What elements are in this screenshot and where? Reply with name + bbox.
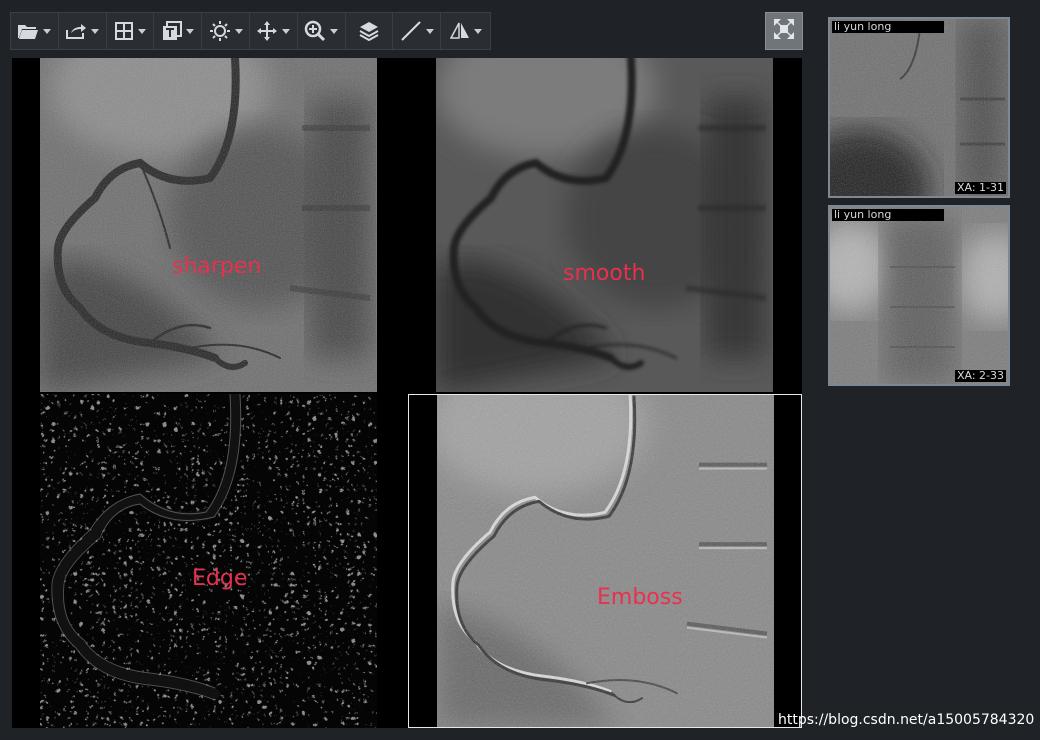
brightness-button[interactable] (202, 13, 250, 49)
watermark-url: https://blog.csdn.net/a15005784320 (778, 712, 1035, 728)
pan-move-icon (256, 20, 278, 42)
layers-icon (358, 21, 380, 41)
patient-name: li yun long (832, 21, 944, 33)
folder-open-icon (17, 22, 39, 40)
export-button[interactable] (59, 13, 107, 49)
zoom-button[interactable] (298, 13, 346, 49)
chevron-down-icon[interactable] (425, 28, 434, 34)
series-label: XA: 2-33 (954, 369, 1006, 382)
chevron-down-icon[interactable] (137, 28, 146, 34)
flip-icon (449, 21, 470, 41)
angiogram-image (40, 58, 377, 392)
angiogram-image (437, 395, 774, 727)
open-file-button[interactable] (11, 13, 59, 49)
thumbnail-image (830, 19, 1008, 196)
filter-label: smooth (563, 261, 646, 286)
chevron-down-icon[interactable] (185, 28, 194, 34)
viewport-smooth[interactable]: smooth (408, 58, 802, 392)
export-icon (65, 22, 87, 40)
viewport-grid: sharpen smooth Edge Emboss (12, 58, 802, 728)
viewport-edge[interactable]: Edge (12, 394, 406, 728)
chevron-down-icon[interactable] (43, 28, 52, 34)
series-thumbnail[interactable]: li yun long XA: 1-31 (828, 17, 1010, 198)
zoom-in-icon (304, 20, 326, 42)
fullscreen-icon (773, 18, 795, 45)
chevron-down-icon[interactable] (91, 28, 100, 34)
layout-grid-icon (114, 21, 134, 41)
patient-name: li yun long (832, 209, 944, 221)
measure-line-button[interactable] (393, 13, 442, 49)
chevron-down-icon[interactable] (330, 28, 339, 34)
viewport-emboss[interactable]: Emboss (408, 394, 802, 728)
thumbnail-image (830, 207, 1008, 384)
viewport-sharpen[interactable]: sharpen (12, 58, 406, 392)
layers-button[interactable] (346, 13, 394, 49)
fullscreen-button[interactable] (765, 12, 803, 50)
layout-button[interactable] (107, 13, 155, 49)
chevron-down-icon[interactable] (473, 28, 482, 34)
brightness-icon (209, 20, 231, 42)
filter-label: Emboss (597, 585, 683, 610)
angiogram-image (436, 58, 773, 392)
filter-label: sharpen (172, 254, 262, 279)
filter-label: Edge (192, 566, 248, 591)
chevron-down-icon[interactable] (234, 28, 243, 34)
pan-button[interactable] (250, 13, 298, 49)
series-thumbnail[interactable]: li yun long XA: 2-33 (828, 205, 1010, 386)
series-label: XA: 1-31 (954, 181, 1006, 194)
line-measure-icon (400, 20, 422, 42)
flip-button[interactable] (441, 13, 490, 49)
angiogram-image (40, 394, 377, 728)
chevron-down-icon[interactable] (282, 28, 291, 34)
text-overlay-icon (162, 21, 182, 41)
toolbar (10, 12, 491, 50)
text-overlay-button[interactable] (154, 13, 203, 49)
